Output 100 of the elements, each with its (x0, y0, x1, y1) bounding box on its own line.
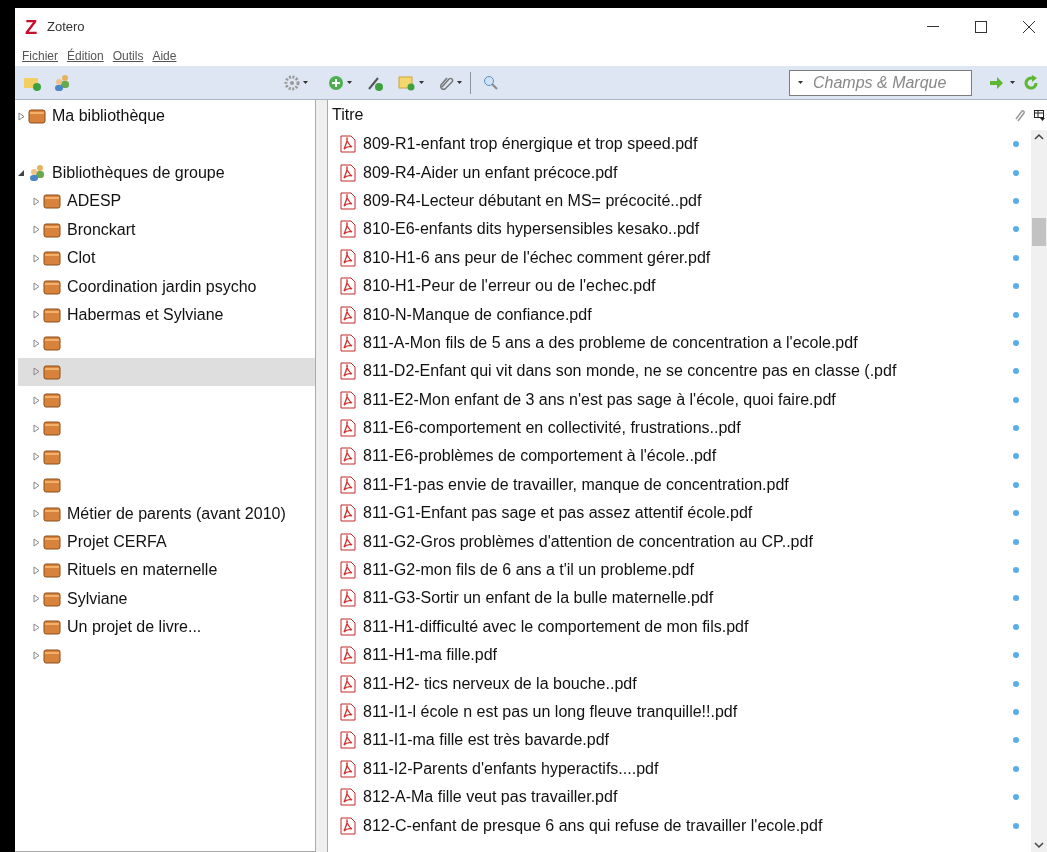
item-title[interactable]: 811-E2-Mon enfant de 3 ans n'est pas sage à l'école, quoi faire.pdf (363, 387, 1006, 412)
pdf-icon (340, 362, 356, 381)
item-title[interactable]: 811-I1-ma fille est très bavarde.pdf (363, 728, 1006, 753)
pdf-icon (340, 788, 356, 807)
item-title[interactable]: 811-G2-mon fils de 6 ans a t'il un probleme.pdf (363, 558, 1006, 583)
caret-icon (347, 81, 352, 84)
collapsed-triangle-icon[interactable] (33, 622, 40, 632)
item-title[interactable]: 812-A-Ma fille veut pas travailler.pdf (363, 785, 1006, 810)
item-title[interactable]: 811-H1-ma fille.pdf (363, 643, 1006, 668)
menu-item[interactable]: Outils (112, 46, 144, 65)
actions-button[interactable] (284, 74, 308, 91)
collapsed-triangle-icon[interactable] (33, 651, 40, 661)
pane-splitter[interactable] (316, 100, 328, 852)
dot-icon (1013, 510, 1019, 517)
dot-icon (1013, 481, 1019, 488)
item-title[interactable]: 811-G3-Sortir un enfant de la bulle maternelle.pdf (363, 586, 1006, 611)
caret-icon (419, 81, 424, 84)
dot-icon (1013, 226, 1019, 233)
group-icon (28, 163, 46, 182)
collection-label: Rituels en maternelle (67, 560, 218, 581)
item-title[interactable]: 811-I2-Parents d'enfants hyperactifs....pdf (363, 756, 1006, 781)
pdf-icon (340, 248, 356, 267)
new-note-button[interactable] (398, 74, 424, 91)
arrow-right-icon[interactable] (990, 76, 1004, 89)
collapsed-triangle-icon[interactable] (33, 509, 40, 519)
collection-label: Coordination jardin psycho (67, 276, 257, 297)
collapsed-triangle-icon[interactable] (33, 424, 40, 433)
pdf-icon (340, 731, 356, 750)
collapsed-triangle-icon[interactable] (33, 537, 40, 547)
collection-label: Métier de parents (avant 2010) (67, 503, 286, 524)
minimize-icon[interactable] (927, 25, 939, 28)
window-title: Zotero (47, 17, 85, 36)
pdf-icon (340, 447, 356, 466)
collapsed-triangle-icon[interactable] (33, 282, 40, 292)
item-title[interactable]: 809-R4-Lecteur débutant en MS= précocité..pdf (363, 188, 1006, 213)
paperclip-icon (1013, 108, 1025, 122)
folder-icon (43, 278, 61, 295)
item-title[interactable]: 812-C-enfant de presque 6 ans qui refuse de travailler l'ecole.pdf (363, 813, 1006, 838)
dot-icon (1013, 652, 1019, 659)
item-title[interactable]: 811-H2- tics nerveux de la bouche..pdf (363, 671, 1006, 696)
collapsed-triangle-icon[interactable] (33, 225, 40, 235)
collapsed-triangle-icon[interactable] (18, 111, 25, 121)
item-title[interactable]: 809-R1-enfant trop énergique et trop speed.pdf (363, 132, 1006, 157)
collapsed-triangle-icon[interactable] (33, 395, 40, 405)
item-title[interactable]: 810-E6-enfants dits hypersensibles kesako..pdf (363, 217, 1006, 242)
dot-icon (1013, 368, 1019, 375)
item-title[interactable]: 811-G1-Enfant pas sage et pas assez attentif école.pdf (363, 501, 1006, 526)
collapsed-triangle-icon[interactable] (33, 338, 40, 348)
item-title[interactable]: 811-D2-Enfant qui vit dans son monde, ne se concentre pas en classe (.pdf (363, 359, 1006, 384)
collapsed-triangle-icon[interactable] (33, 310, 40, 320)
column-picker-icon[interactable] (1033, 109, 1045, 121)
collapsed-triangle-icon[interactable] (33, 480, 40, 490)
item-title[interactable]: 811-H1-difficulté avec le comportement de mon fils.pdf (363, 614, 1006, 639)
collapsed-triangle-icon[interactable] (33, 594, 40, 604)
collection-label: ADESP (67, 191, 122, 212)
dot-icon (1013, 453, 1019, 460)
expanded-triangle-icon[interactable] (18, 168, 25, 178)
pdf-icon (340, 532, 356, 551)
new-item-button[interactable] (328, 74, 352, 91)
collapsed-triangle-icon[interactable] (33, 565, 40, 575)
item-title[interactable]: 810-N-Manque de confiance.pdf (363, 302, 1006, 327)
close-icon[interactable] (1023, 20, 1035, 33)
collapsed-triangle-icon[interactable] (33, 367, 40, 377)
folder-icon (43, 477, 61, 494)
folder-icon (43, 363, 61, 380)
item-title[interactable]: 811-A-Mon fils de 5 ans a des probleme de concentration a l'ecole.pdf (363, 330, 1006, 355)
maximize-icon[interactable] (975, 20, 987, 33)
menu-item[interactable]: Aide (152, 46, 177, 65)
caret-icon (1010, 81, 1015, 84)
search-icon[interactable] (483, 74, 499, 91)
search-field[interactable]: Champs & Marque (789, 69, 972, 96)
menu-item[interactable]: Édition (67, 46, 104, 65)
item-title[interactable]: 810-H1-Peur de l'erreur ou de l'echec.pdf (363, 274, 1006, 299)
folder-icon (43, 335, 61, 352)
collection-label: Clot (67, 248, 96, 269)
dot-icon (1013, 794, 1019, 801)
column-header[interactable]: Titre (332, 103, 1013, 127)
collection-row[interactable] (18, 357, 315, 386)
item-title[interactable]: 811-I1-l école n est pas un long fleuve tranquille!!.pdf (363, 700, 1006, 724)
item-title[interactable]: 811-E6-comportement en collectivité, frustrations..pdf (363, 416, 1006, 441)
dot-icon (1013, 709, 1019, 715)
collapsed-triangle-icon[interactable] (33, 196, 40, 206)
scrollbar-thumb[interactable] (1032, 218, 1046, 246)
collapsed-triangle-icon[interactable] (33, 253, 40, 263)
pdf-icon (340, 277, 356, 296)
folder-icon (43, 420, 61, 437)
item-title[interactable]: 810-H1-6 ans peur de l'échec comment gérer.pdf (363, 245, 1006, 270)
item-title[interactable]: 809-R4-Aider un enfant précoce.pdf (363, 160, 1006, 185)
folder-icon (43, 505, 61, 522)
item-title[interactable]: 811-E6-problèmes de comportement à l'école..pdf (363, 444, 1006, 469)
dot-icon (1013, 339, 1019, 346)
pdf-icon (340, 617, 356, 636)
collapsed-triangle-icon[interactable] (33, 452, 40, 462)
item-title[interactable]: 811-F1-pas envie de travailler, manque de concentration.pdf (363, 472, 1006, 497)
item-title[interactable]: 811-G2-Gros problèmes d'attention de concentration au CP..pdf (363, 529, 1006, 554)
dot-icon (1013, 595, 1019, 602)
sync-icon[interactable] (1023, 74, 1039, 91)
folder-icon (43, 590, 61, 607)
menu-item[interactable]: Fichier (22, 46, 58, 65)
pdf-icon (340, 646, 356, 665)
